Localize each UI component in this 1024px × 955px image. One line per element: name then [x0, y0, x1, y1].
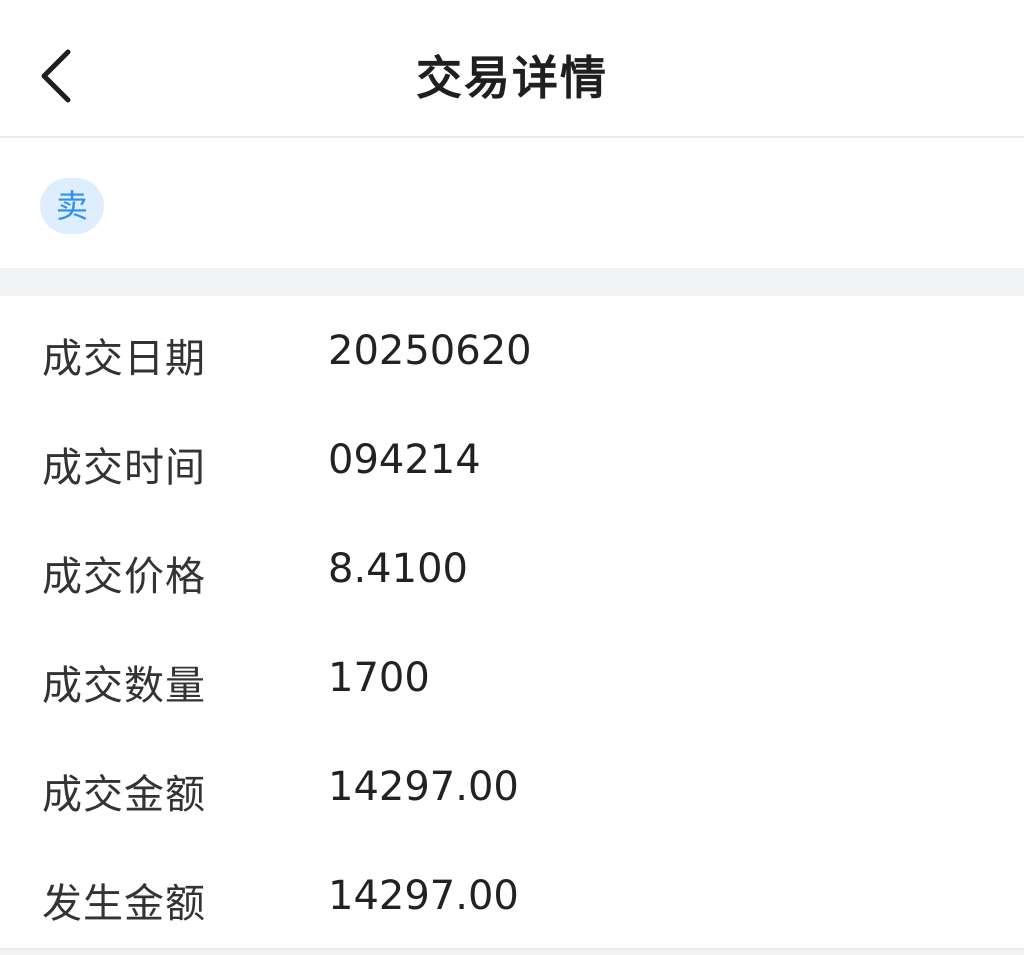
- detail-label: 成交数量: [42, 663, 206, 709]
- detail-value: 20250620: [328, 328, 532, 374]
- trade-type-section: 卖: [0, 138, 1024, 268]
- detail-row-settled-amount: 发生金额 14297.00: [0, 841, 1024, 950]
- bottom-divider: [0, 950, 1024, 955]
- detail-row-trade-time: 成交时间 094214: [0, 405, 1024, 514]
- detail-label: 发生金额: [42, 881, 206, 927]
- detail-row-trade-price: 成交价格 8.4100: [0, 514, 1024, 623]
- detail-label: 成交价格: [42, 554, 206, 600]
- detail-label: 成交日期: [42, 336, 206, 382]
- detail-label: 成交时间: [42, 445, 206, 491]
- trade-type-badge: 卖: [40, 178, 104, 234]
- section-divider: [0, 268, 1024, 296]
- detail-value: 14297.00: [328, 873, 519, 919]
- page-title: 交易详情: [416, 51, 608, 105]
- detail-value: 8.4100: [328, 546, 468, 592]
- header-bar: 交易详情: [0, 0, 1024, 138]
- detail-value: 094214: [328, 437, 481, 483]
- detail-row-trade-quantity: 成交数量 1700: [0, 623, 1024, 732]
- detail-value: 1700: [328, 655, 430, 701]
- trade-details-list: 成交日期 20250620 成交时间 094214 成交价格 8.4100 成交…: [0, 296, 1024, 950]
- detail-row-trade-amount: 成交金额 14297.00: [0, 732, 1024, 841]
- detail-value: 14297.00: [328, 764, 519, 810]
- detail-row-trade-date: 成交日期 20250620: [0, 296, 1024, 405]
- detail-label: 成交金额: [42, 772, 206, 818]
